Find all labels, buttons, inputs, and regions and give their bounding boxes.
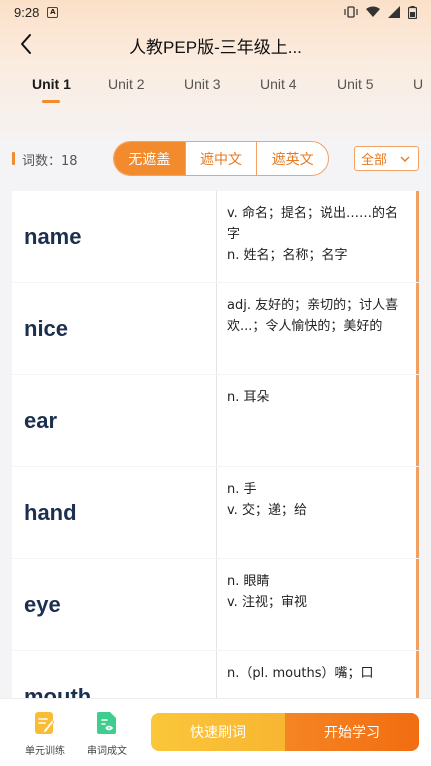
count-accent-bar [12, 152, 15, 165]
filter-dropdown[interactable]: 全部 [354, 146, 419, 171]
unit-tabs: Unit 1 Unit 2 Unit 3 Unit 4 Unit 5 U [0, 72, 431, 106]
unit-training-label: 单元训练 [25, 746, 65, 757]
status-bar: 9:28 A [0, 0, 431, 24]
word-english: ear [24, 407, 58, 433]
status-time: 9:28 [14, 4, 40, 20]
word-count: 词数：18 [22, 154, 78, 169]
action-button-group: 快速刷词 开始学习 [151, 713, 419, 751]
row-divider [216, 375, 217, 466]
row-divider [216, 559, 217, 650]
tab-unit-1[interactable]: Unit 1 [32, 76, 71, 92]
bottom-action-bar: 单元训练 串词成文 快速刷词 开始学习 [0, 698, 431, 766]
tab-unit-6[interactable]: U [413, 76, 423, 92]
word-row[interactable]: ear n. 耳朵 [12, 375, 419, 466]
row-divider [216, 467, 217, 558]
word-english: name [24, 223, 82, 249]
word-meaning: v. 命名；提名；说出……的名字 n. 姓名；名称；名字 [227, 206, 398, 263]
unit-training-button[interactable]: 单元训练 [15, 711, 75, 757]
word-english: nice [24, 315, 69, 341]
word-english: mouth [24, 683, 92, 699]
word-meaning: n. 眼睛 v. 注视；审视 [227, 574, 307, 610]
notification-icon: A [47, 6, 59, 18]
row-divider [216, 283, 217, 374]
quick-review-button[interactable]: 快速刷词 [151, 713, 285, 751]
active-tab-indicator [42, 100, 60, 103]
sentence-building-label: 串词成文 [87, 746, 127, 757]
page-title: 人教PEP版-三年级上... [129, 38, 302, 57]
filter-value: 全部 [361, 153, 388, 168]
toolbar: 词数：18 无遮盖 遮中文 遮英文 全部 [0, 140, 431, 178]
document-link-icon [97, 712, 116, 734]
app-header: 人教PEP版-三年级上... [0, 24, 431, 68]
word-meaning: n. 手 v. 交；递；给 [227, 482, 307, 518]
mask-mode-selector: 无遮盖 遮中文 遮英文 [113, 141, 329, 176]
vibrate-icon [344, 6, 358, 18]
tab-unit-3[interactable]: Unit 3 [184, 76, 221, 92]
tab-unit-2[interactable]: Unit 2 [108, 76, 145, 92]
sentence-building-button[interactable]: 串词成文 [77, 711, 137, 757]
tab-unit-5[interactable]: Unit 5 [337, 76, 374, 92]
word-row[interactable]: hand n. 手 v. 交；递；给 [12, 467, 419, 558]
word-row[interactable]: eye n. 眼睛 v. 注视；审视 [12, 559, 419, 650]
battery-icon [408, 5, 417, 19]
row-divider [216, 651, 217, 698]
word-meaning: n. 耳朵 [227, 390, 270, 405]
word-meaning: adj. 友好的；亲切的；讨人喜欢...；令人愉快的；美好的 [227, 298, 399, 334]
word-english: hand [24, 499, 77, 525]
mode-no-cover[interactable]: 无遮盖 [114, 142, 185, 175]
wifi-icon [366, 6, 380, 17]
word-english: eye [24, 591, 61, 617]
word-row[interactable]: name v. 命名；提名；说出……的名字 n. 姓名；名称；名字 [12, 191, 419, 282]
word-row[interactable]: mouth n.（pl. mouths）嘴；口 [12, 651, 419, 698]
pencil-note-icon [35, 712, 55, 734]
row-divider [216, 191, 217, 282]
start-learning-button[interactable]: 开始学习 [285, 713, 419, 751]
mode-cover-english[interactable]: 遮英文 [256, 142, 328, 175]
word-row[interactable]: nice adj. 友好的；亲切的；讨人喜欢...；令人愉快的；美好的 [12, 283, 419, 374]
mode-cover-chinese[interactable]: 遮中文 [184, 142, 257, 175]
word-meaning: n.（pl. mouths）嘴；口 [227, 666, 374, 681]
chevron-down-icon [400, 156, 410, 162]
signal-icon [388, 6, 400, 18]
word-list: name v. 命名；提名；说出……的名字 n. 姓名；名称；名字 nice a… [12, 191, 419, 698]
tab-unit-4[interactable]: Unit 4 [260, 76, 297, 92]
